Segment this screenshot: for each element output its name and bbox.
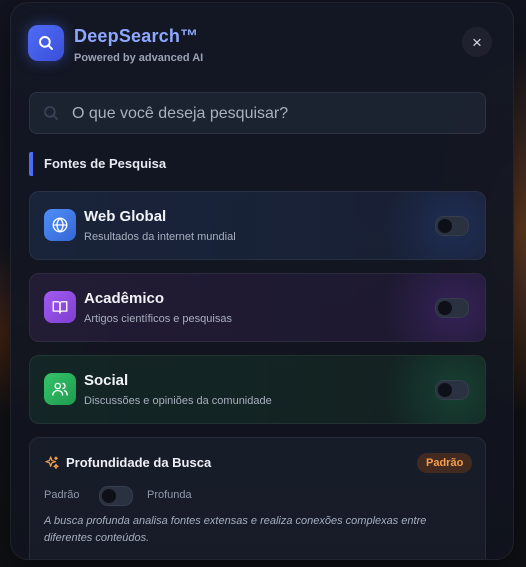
section-title-sources: Fontes de Pesquisa	[29, 152, 166, 176]
card-glow	[375, 356, 485, 423]
source-name: Social	[84, 372, 129, 389]
app-logo	[28, 25, 64, 61]
header: DeepSearch™ Powered by advanced AI	[28, 25, 498, 65]
depth-badge: Padrão	[417, 453, 473, 473]
toggle-web-global[interactable]	[435, 216, 469, 236]
source-card-web-global[interactable]: Web Global Resultados da internet mundia…	[29, 191, 486, 260]
search-icon	[39, 36, 53, 50]
source-description: Resultados da internet mundial	[84, 231, 236, 243]
search-box[interactable]	[29, 92, 486, 135]
toggle-social[interactable]	[435, 380, 469, 400]
source-icon-badge	[44, 373, 76, 405]
sparkles-icon	[45, 456, 59, 469]
search-input[interactable]	[70, 93, 474, 135]
toggle-knob	[102, 489, 116, 503]
depth-toggle[interactable]	[99, 486, 133, 506]
source-icon-badge	[44, 291, 76, 323]
app-title: DeepSearch™	[74, 26, 199, 46]
source-name: Acadêmico	[84, 290, 165, 307]
search-icon	[44, 106, 58, 120]
close-button[interactable]: ×	[462, 27, 492, 57]
search-depth-card: Profundidade da Busca Padrão Padrão Prof…	[29, 437, 486, 559]
card-glow	[375, 274, 485, 341]
depth-title: Profundidade da Busca	[66, 455, 212, 470]
toggle-academico[interactable]	[435, 298, 469, 318]
users-icon	[52, 382, 68, 396]
depth-label-deep: Profunda	[147, 489, 192, 501]
book-icon	[52, 301, 68, 314]
toggle-knob	[438, 383, 452, 397]
app-subtitle: Powered by advanced AI	[74, 52, 204, 64]
globe-icon	[52, 217, 68, 233]
card-glow	[375, 192, 485, 259]
source-description: Discussões e opiniões da comunidade	[84, 395, 272, 407]
close-icon: ×	[472, 32, 482, 52]
source-icon-badge	[44, 209, 76, 241]
toggle-knob	[438, 219, 452, 233]
source-description: Artigos científicos e pesquisas	[84, 313, 232, 325]
toggle-knob	[438, 301, 452, 315]
deepsearch-panel: DeepSearch™ Powered by advanced AI × Fon…	[10, 2, 514, 560]
source-name: Web Global	[84, 208, 167, 225]
source-card-academico[interactable]: Acadêmico Artigos científicos e pesquisa…	[29, 273, 486, 342]
source-card-social[interactable]: Social Discussões e opiniões da comunida…	[29, 355, 486, 424]
depth-note: A busca profunda analisa fontes extensas…	[44, 515, 427, 544]
depth-label-standard: Padrão	[44, 489, 80, 501]
